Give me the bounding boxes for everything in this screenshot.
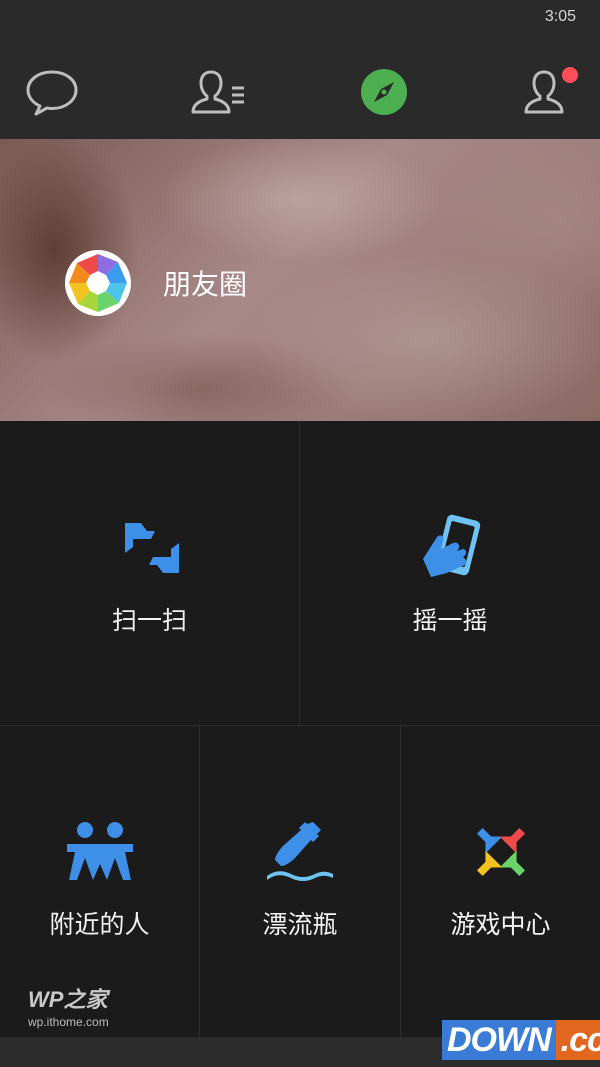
people-nearby-icon <box>67 822 133 880</box>
compass-icon <box>361 69 407 115</box>
moments-aperture-icon <box>65 250 131 316</box>
shake-tile[interactable]: 摇一摇 <box>300 421 600 726</box>
ithome-watermark: WP之家 wp.ithome.com <box>28 982 109 1029</box>
shake-phone-icon <box>423 514 481 577</box>
contacts-list-icon <box>191 70 244 114</box>
moments-banner[interactable]: 朋友圈 <box>0 139 600 421</box>
down-cc-watermark-suffix: .cc <box>555 1020 600 1060</box>
person-icon <box>524 67 578 114</box>
drift-bottle-label: 漂流瓶 <box>262 910 338 939</box>
game-center-label: 游戏中心 <box>450 910 551 939</box>
status-bar: 3:05 <box>0 0 600 34</box>
scan-icon <box>125 523 179 573</box>
game-center-icon <box>476 827 526 877</box>
discover-grid: 扫一扫 摇一摇 附近的人 漂流瓶 游戏中心 <box>0 421 600 1037</box>
top-nav-bar <box>0 34 600 139</box>
nav-discover-button[interactable] <box>354 64 414 120</box>
chat-bubble-icon <box>26 70 78 116</box>
nav-contacts-button[interactable] <box>188 64 248 120</box>
people-nearby-label: 附近的人 <box>49 910 150 939</box>
nav-me-button[interactable] <box>520 64 580 120</box>
shake-label: 摇一摇 <box>412 606 488 635</box>
game-center-tile[interactable]: 游戏中心 <box>401 726 600 1037</box>
scan-label: 扫一扫 <box>111 606 187 635</box>
nav-chats-button[interactable] <box>22 64 82 120</box>
scan-tile[interactable]: 扫一扫 <box>0 421 300 726</box>
drift-bottle-icon <box>267 822 333 881</box>
status-time: 3:05 <box>544 8 576 25</box>
ithome-watermark-title: WP之家 <box>28 987 108 1012</box>
notification-badge <box>562 67 578 83</box>
drift-bottle-tile[interactable]: 漂流瓶 <box>200 726 401 1037</box>
moments-label: 朋友圈 <box>163 268 248 301</box>
ithome-watermark-url: wp.ithome.com <box>28 1015 109 1029</box>
down-cc-watermark: DOWN .cc <box>442 1020 600 1060</box>
down-cc-watermark-main: DOWN <box>442 1020 556 1060</box>
